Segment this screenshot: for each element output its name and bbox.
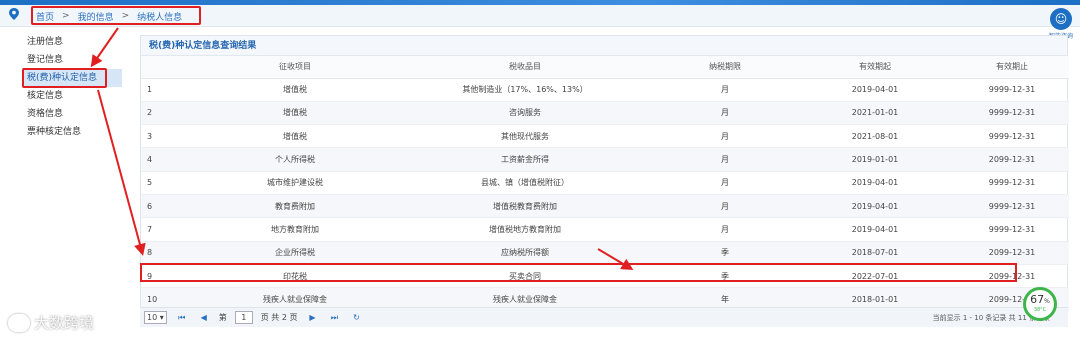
annotation-arrow <box>90 27 119 68</box>
annotation-arrows <box>90 27 634 271</box>
annotation-arrow <box>597 248 634 271</box>
annotation-arrow <box>97 89 146 256</box>
